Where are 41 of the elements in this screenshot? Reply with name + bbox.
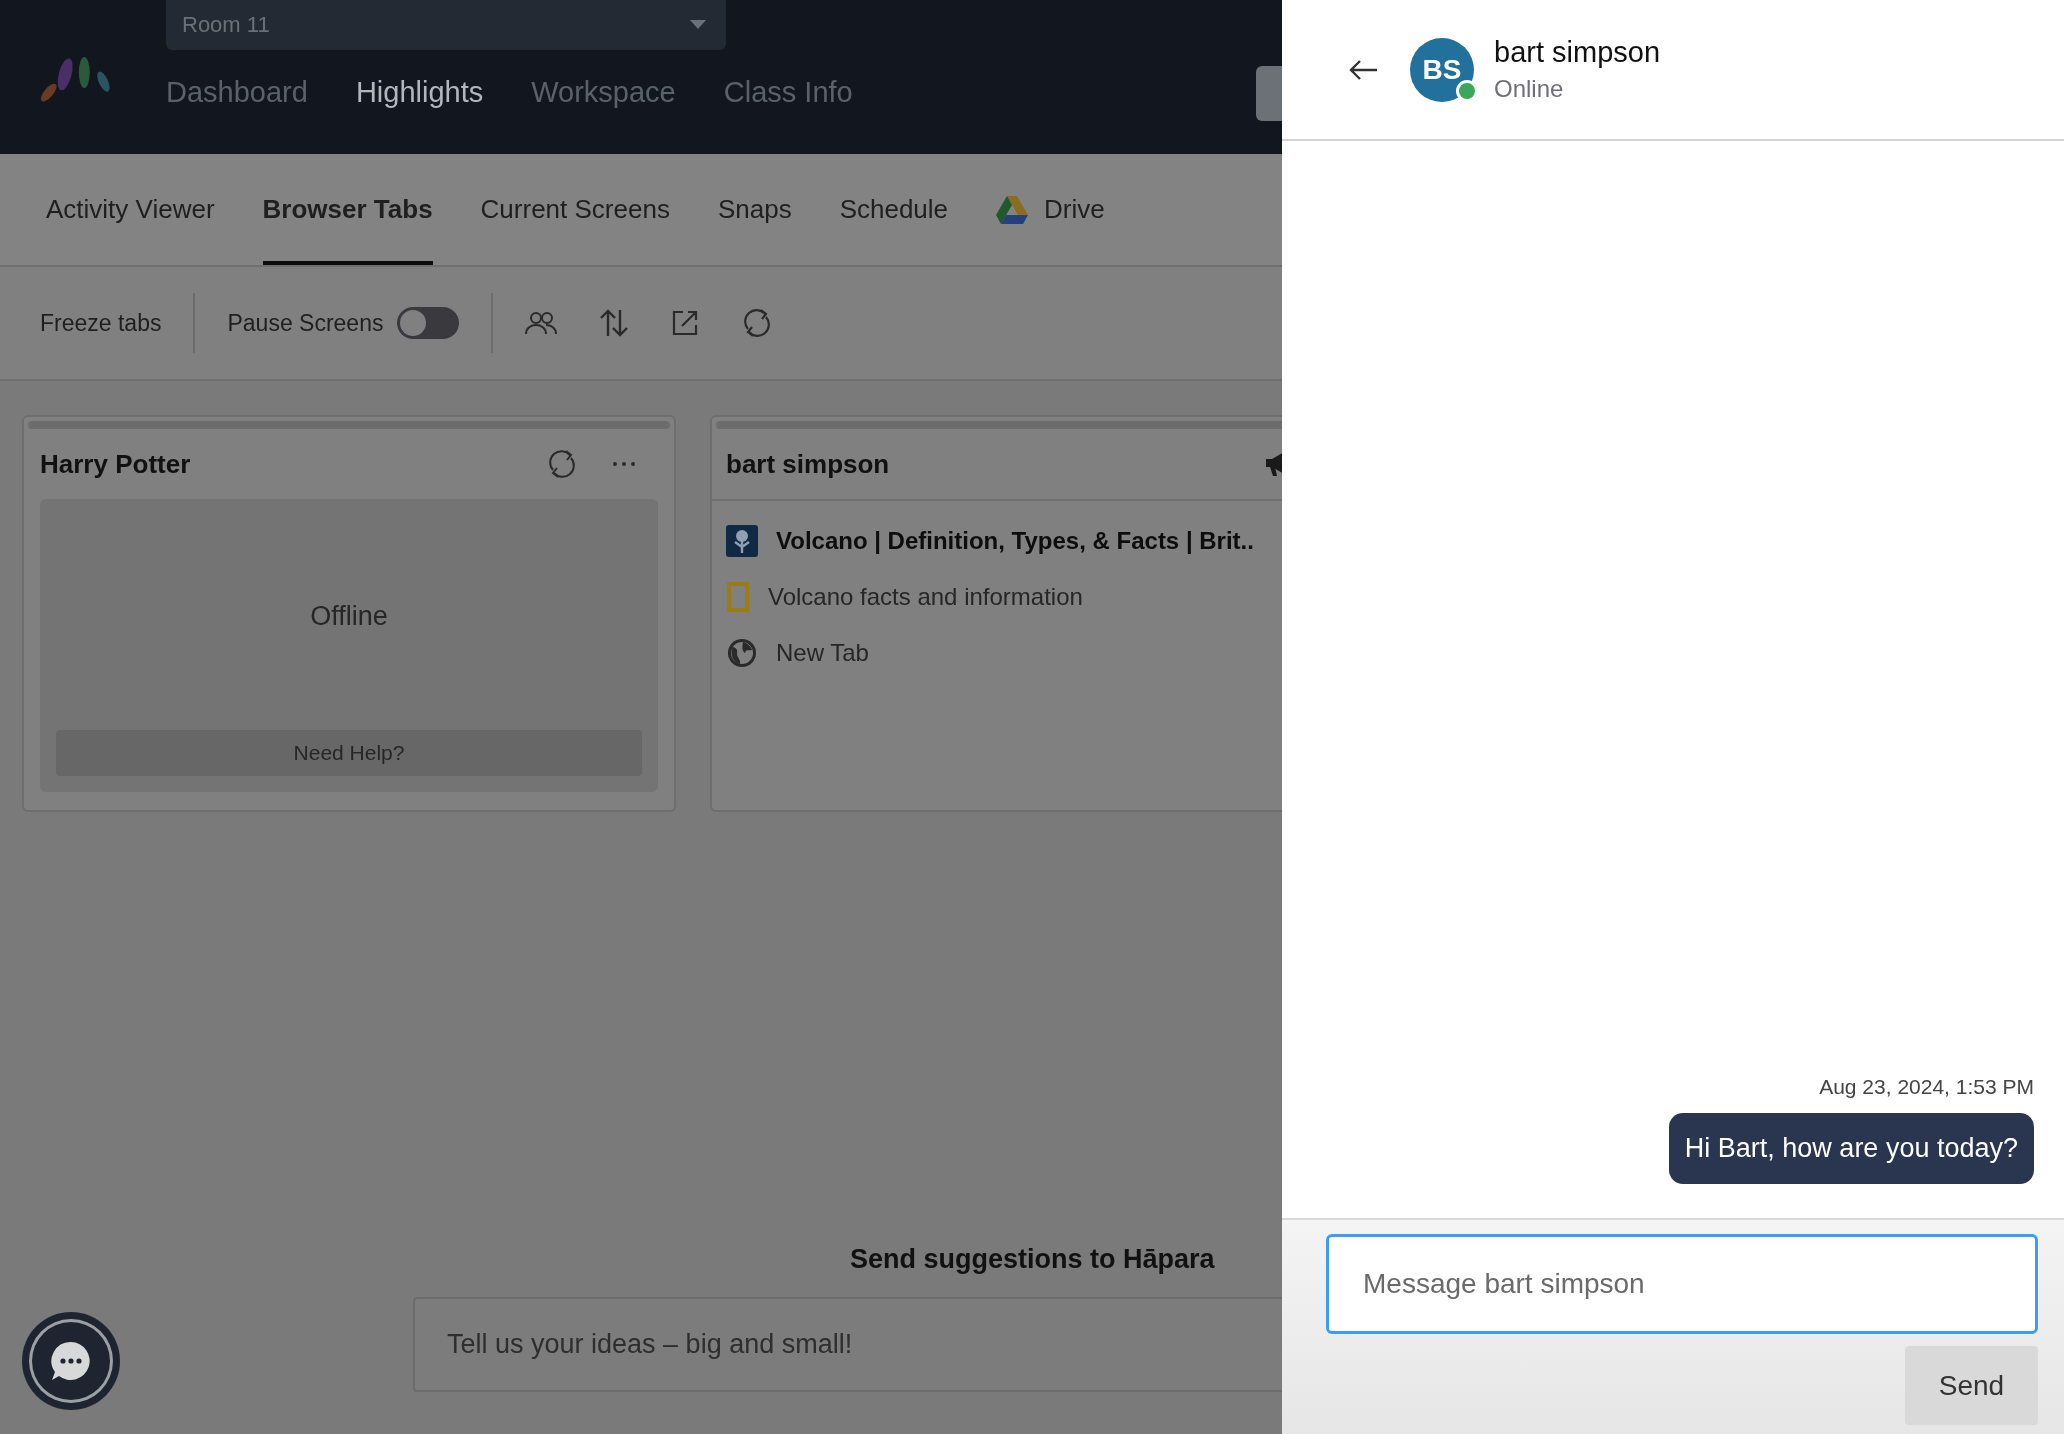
chat-bubble-icon: [49, 1339, 93, 1383]
frame-logo-icon: [726, 581, 750, 613]
tab[interactable]: Drive: [996, 154, 1105, 265]
globe-icon: [726, 637, 758, 669]
feedback-input-field[interactable]: Tell us your ideas – big and small!: [413, 1297, 1282, 1392]
open-external-icon[interactable]: [671, 309, 700, 337]
caret-icon: [690, 20, 706, 30]
message-timestamp: Aug 23, 2024, 1:53 PM: [1819, 1075, 2034, 1099]
nav-link[interactable]: Workspace: [531, 76, 676, 109]
feedback-title: Send suggestions to Hāpara: [850, 1244, 1215, 1275]
nav-link[interactable]: Dashboard: [166, 76, 308, 109]
room-select[interactable]: Room 11: [166, 0, 726, 50]
message-input-field[interactable]: Message bart simpson: [1326, 1234, 2038, 1334]
avatar-initials: BS: [1422, 53, 1462, 86]
sort-icon[interactable]: [599, 308, 630, 338]
thistle-logo-icon: [726, 525, 758, 557]
drive-icon: [996, 195, 1029, 224]
send-button[interactable]: Send: [1905, 1346, 2038, 1425]
browser-tab-title[interactable]: Volcano | Definition, Types, & Facts | Brit..: [776, 527, 1254, 555]
student-name: Harry Potter: [40, 448, 191, 480]
pause-toggle[interactable]: [397, 307, 460, 339]
tab[interactable]: Schedule: [839, 154, 949, 265]
refresh-icon[interactable]: [546, 448, 578, 480]
nav-link[interactable]: Highlights: [355, 76, 484, 109]
contact-status: Online: [1494, 75, 1565, 103]
people-icon[interactable]: [525, 310, 558, 336]
browser-tab-title[interactable]: New Tab: [776, 639, 869, 667]
student-name: bart simpson: [726, 448, 890, 480]
tab[interactable]: Activity Viewer: [46, 154, 215, 265]
nav-link[interactable]: Class Info: [723, 76, 853, 109]
contact-name: bart simpson: [1494, 36, 1660, 69]
need-help-button[interactable]: Need Help?: [56, 730, 642, 776]
freeze-tabs-label[interactable]: Freeze tabs: [40, 309, 162, 337]
pause-screens-label: Pause Screens: [227, 309, 384, 337]
back-arrow-icon[interactable]: [1348, 58, 1378, 81]
message-bubble: Hi Bart, how are you today?: [1668, 1113, 2034, 1184]
tab[interactable]: Current Screens: [480, 154, 670, 265]
more-icon[interactable]: [612, 461, 636, 467]
tab[interactable]: Snaps: [717, 154, 792, 265]
offline-status: Offline: [310, 601, 388, 632]
browser-tab-title[interactable]: Volcano facts and information: [768, 583, 1083, 611]
